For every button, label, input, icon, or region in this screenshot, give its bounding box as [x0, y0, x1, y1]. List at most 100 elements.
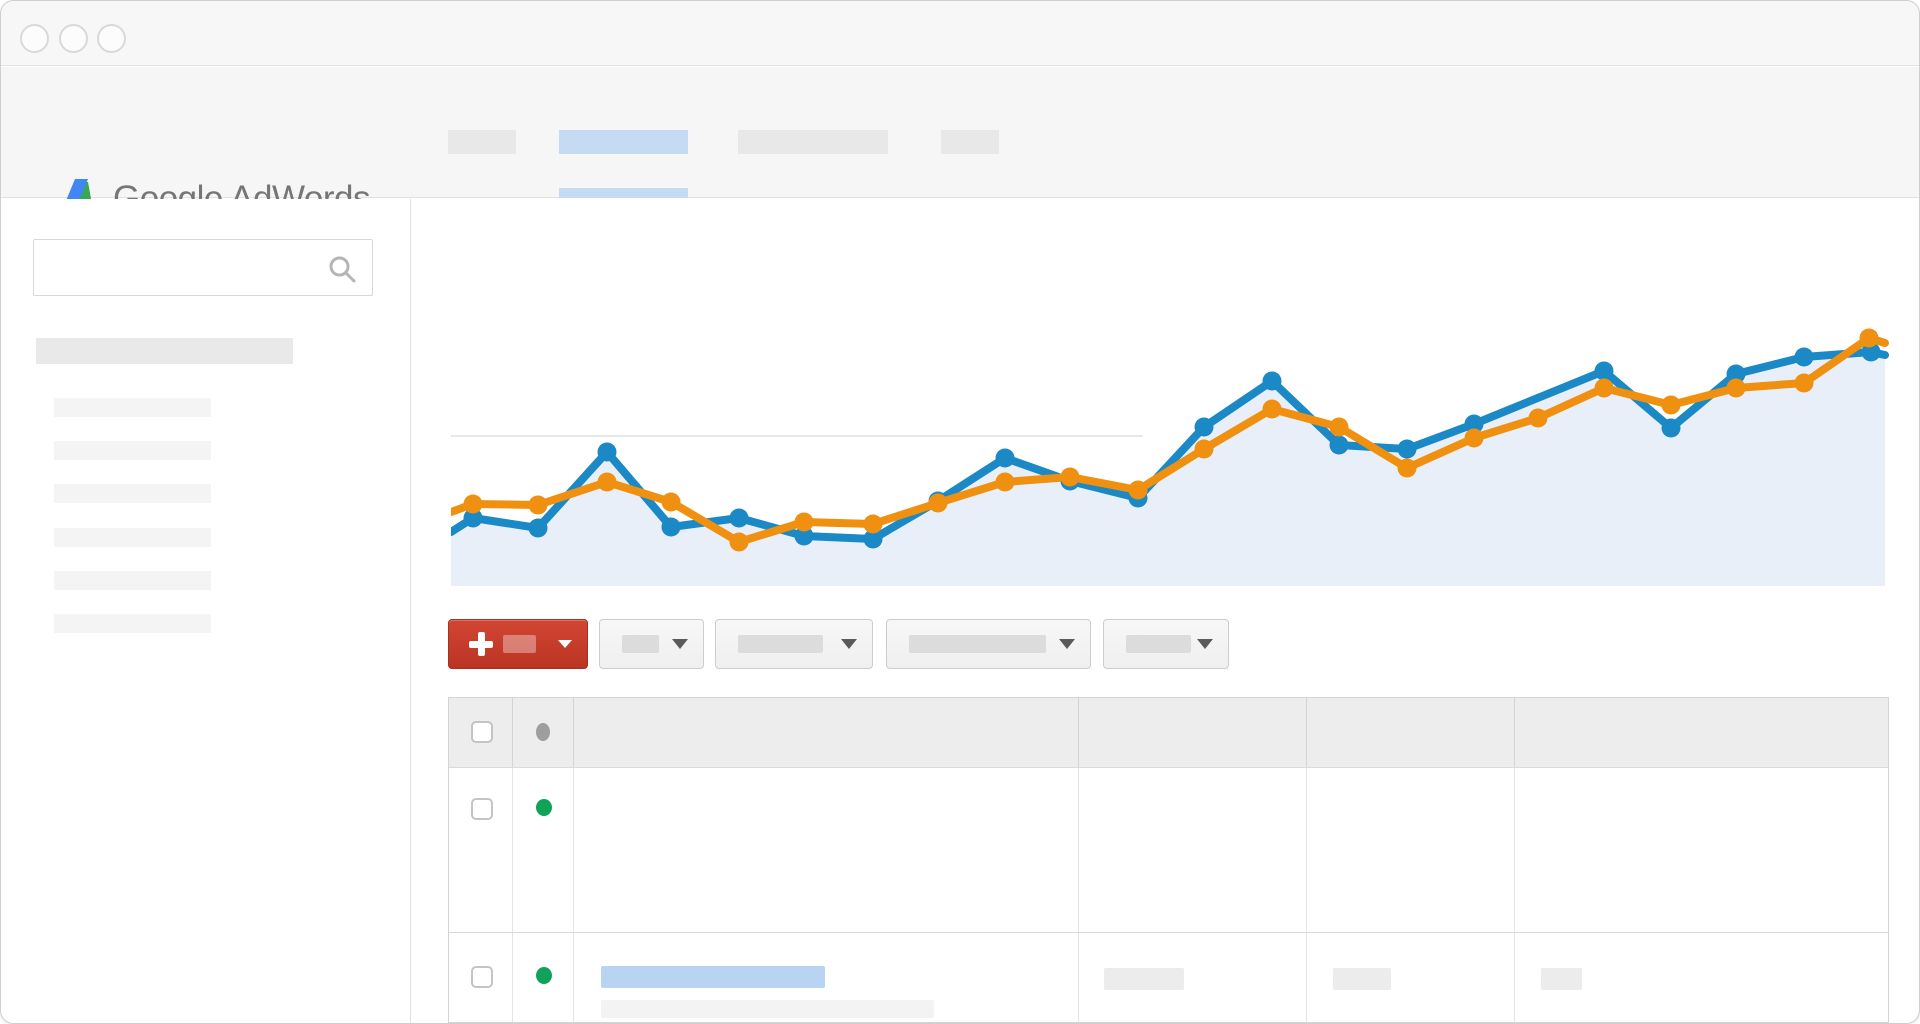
dropdown-button-4[interactable] — [1103, 619, 1229, 669]
col-select-header — [449, 698, 513, 767]
select-all-checkbox[interactable] — [471, 721, 493, 743]
campaigns-table — [448, 697, 1889, 1023]
series-orange-point — [1330, 418, 1349, 437]
series-orange-point — [1398, 459, 1417, 478]
nav-tab-1[interactable] — [448, 130, 516, 154]
cell-text-placeholder — [1333, 968, 1391, 990]
performance-chart-svg — [451, 231, 1891, 587]
col-6-header — [1515, 698, 1890, 767]
series-blue-point — [1263, 372, 1282, 391]
series-blue-point — [529, 519, 548, 538]
cell-text-placeholder — [601, 1000, 934, 1018]
col-4-cell — [1079, 933, 1307, 1022]
status-enabled-dot — [536, 799, 552, 816]
cell-text-placeholder — [1104, 968, 1184, 990]
series-blue-point — [598, 443, 617, 462]
window-control-3[interactable] — [97, 24, 126, 53]
series-orange-point — [1860, 329, 1879, 348]
status-enabled-dot — [536, 967, 552, 984]
chevron-down-icon — [841, 639, 857, 649]
window-titlebar — [1, 1, 1919, 66]
row-title-link-placeholder[interactable] — [601, 966, 825, 988]
window-control-1[interactable] — [20, 24, 49, 53]
col-4-cell — [1079, 768, 1307, 932]
col-select-cell — [449, 933, 513, 1022]
app-window: Google AdWords — [0, 0, 1920, 1024]
series-blue-point — [730, 509, 749, 528]
series-orange-point — [1263, 400, 1282, 419]
series-blue-point — [1330, 436, 1349, 455]
col-5-cell — [1307, 768, 1515, 932]
sidebar-section-bar[interactable] — [36, 338, 293, 364]
series-blue-point — [1595, 362, 1614, 381]
series-orange-point — [598, 473, 617, 492]
chevron-down-icon — [558, 640, 572, 648]
series-blue-point — [1195, 418, 1214, 437]
series-orange-point — [1795, 374, 1814, 393]
nav-tab-4[interactable] — [941, 130, 999, 154]
col-name-cell — [574, 768, 1079, 932]
dropdown-button-2[interactable] — [715, 619, 873, 669]
plus-icon — [469, 632, 493, 656]
search-input[interactable] — [44, 245, 314, 290]
row-checkbox[interactable] — [471, 798, 493, 820]
table-row-campaign — [449, 932, 1888, 1022]
col-status-header — [513, 698, 574, 767]
col-4-header — [1079, 698, 1307, 767]
button-label-placeholder — [503, 635, 536, 653]
series-orange-point — [1529, 409, 1548, 428]
button-label-placeholder — [1126, 635, 1191, 653]
series-orange-point — [1662, 396, 1681, 415]
dropdown-button-3[interactable] — [886, 619, 1091, 669]
series-blue-point — [662, 518, 681, 537]
series-orange-point — [662, 493, 681, 512]
col-name-header — [574, 698, 1079, 767]
col-name-cell — [574, 933, 1079, 1022]
col-5-cell — [1307, 933, 1515, 1022]
row-checkbox[interactable] — [471, 966, 493, 988]
col-6-cell — [1515, 933, 1890, 1022]
sidebar — [1, 199, 411, 1024]
search-icon[interactable] — [327, 254, 357, 284]
series-orange-point — [996, 473, 1015, 492]
window-control-2[interactable] — [59, 24, 88, 53]
nav-tab-3[interactable] — [738, 130, 888, 154]
col-status-cell — [513, 933, 574, 1022]
nav-tab-2[interactable] — [559, 130, 688, 154]
series-orange-point — [795, 513, 814, 532]
col-status-cell — [513, 768, 574, 932]
series-blue-point — [1662, 419, 1681, 438]
series-orange-point — [929, 494, 948, 513]
dropdown-button-1[interactable] — [599, 619, 704, 669]
series-orange-point — [1061, 468, 1080, 487]
series-orange-point — [1727, 379, 1746, 398]
button-label-placeholder — [909, 635, 1046, 653]
series-orange-point — [1595, 379, 1614, 398]
table-row-summary — [449, 767, 1888, 932]
series-blue-point — [1398, 440, 1417, 459]
series-orange-point — [529, 496, 548, 515]
series-orange-point — [1195, 440, 1214, 459]
sidebar-item-6[interactable] — [54, 614, 211, 633]
table-header-row — [449, 698, 1888, 767]
sidebar-item-1[interactable] — [54, 398, 211, 417]
series-blue-point — [1795, 348, 1814, 367]
series-orange-point — [864, 515, 883, 534]
col-select-cell — [449, 768, 513, 932]
series-orange-point — [1465, 429, 1484, 448]
button-label-placeholder — [738, 635, 823, 653]
cell-text-placeholder — [1541, 968, 1582, 990]
sidebar-item-4[interactable] — [54, 528, 211, 547]
button-label-placeholder — [622, 635, 659, 653]
series-blue-point — [996, 449, 1015, 468]
sidebar-item-3[interactable] — [54, 484, 211, 503]
add-campaign-button[interactable] — [448, 619, 588, 669]
sidebar-item-2[interactable] — [54, 441, 211, 460]
sidebar-searchbox — [33, 239, 373, 296]
chevron-down-icon — [1059, 639, 1075, 649]
col-5-header — [1307, 698, 1515, 767]
series-orange-point — [1129, 481, 1148, 500]
sidebar-item-5[interactable] — [54, 571, 211, 590]
active-tab-underline — [559, 188, 688, 198]
chevron-down-icon — [672, 639, 688, 649]
